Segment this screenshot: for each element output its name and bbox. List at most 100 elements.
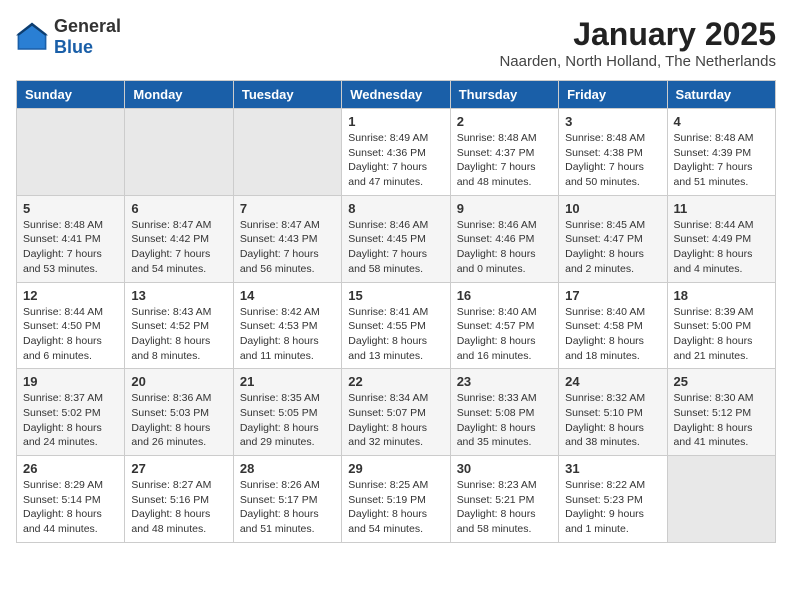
day-number: 9 — [457, 201, 552, 216]
day-number: 6 — [131, 201, 226, 216]
day-info: Sunrise: 8:32 AM Sunset: 5:10 PM Dayligh… — [565, 391, 660, 450]
table-row — [125, 109, 233, 196]
table-row: 14 Sunrise: 8:42 AM Sunset: 4:53 PM Dayli… — [233, 282, 341, 369]
day-number: 30 — [457, 461, 552, 476]
table-row: 31Sunrise: 8:22 AM Sunset: 5:23 PM Dayli… — [559, 456, 667, 543]
day-info: Sunrise: 8:23 AM Sunset: 5:21 PM Dayligh… — [457, 478, 552, 537]
day-number: 23 — [457, 374, 552, 389]
calendar-week-row: 19 Sunrise: 8:37 AM Sunset: 5:02 PM Dayli… — [17, 369, 776, 456]
header-thursday: Thursday — [450, 81, 558, 109]
day-info: Sunrise: 8:46 AM Sunset: 4:46 PM Dayligh… — [457, 218, 552, 277]
day-info: Sunrise: 8:41 AM Sunset: 4:55 PM Dayligh… — [348, 305, 443, 364]
location-title: Naarden, North Holland, The Netherlands — [499, 53, 776, 70]
day-info: Sunrise: 8:33 AM Sunset: 5:08 PM Dayligh… — [457, 391, 552, 450]
table-row: 16 Sunrise: 8:40 AM Sunset: 4:57 PM Dayli… — [450, 282, 558, 369]
day-number: 20 — [131, 374, 226, 389]
day-info: Sunrise: 8:27 AM Sunset: 5:16 PM Dayligh… — [131, 478, 226, 537]
day-info: Sunrise: 8:46 AM Sunset: 4:45 PM Dayligh… — [348, 218, 443, 277]
table-row: 15 Sunrise: 8:41 AM Sunset: 4:55 PM Dayli… — [342, 282, 450, 369]
table-row: 22Sunrise: 8:34 AM Sunset: 5:07 PM Dayli… — [342, 369, 450, 456]
day-info: Sunrise: 8:36 AM Sunset: 5:03 PM Dayligh… — [131, 391, 226, 450]
day-number: 29 — [348, 461, 443, 476]
day-number: 5 — [23, 201, 118, 216]
table-row: 26Sunrise: 8:29 AM Sunset: 5:14 PM Dayli… — [17, 456, 125, 543]
table-row: 3 Sunrise: 8:48 AM Sunset: 4:38 PM Daylig… — [559, 109, 667, 196]
calendar-table: Sunday Monday Tuesday Wednesday Thursday… — [16, 80, 776, 543]
table-row: 11 Sunrise: 8:44 AM Sunset: 4:49 PM Dayli… — [667, 195, 775, 282]
day-number: 7 — [240, 201, 335, 216]
calendar-week-row: 5 Sunrise: 8:48 AM Sunset: 4:41 PM Daylig… — [17, 195, 776, 282]
table-row: 17 Sunrise: 8:40 AM Sunset: 4:58 PM Dayli… — [559, 282, 667, 369]
day-info: Sunrise: 8:25 AM Sunset: 5:19 PM Dayligh… — [348, 478, 443, 537]
day-number: 17 — [565, 288, 660, 303]
day-info: Sunrise: 8:49 AM Sunset: 4:36 PM Dayligh… — [348, 131, 443, 190]
day-info: Sunrise: 8:34 AM Sunset: 5:07 PM Dayligh… — [348, 391, 443, 450]
day-number: 28 — [240, 461, 335, 476]
day-number: 15 — [348, 288, 443, 303]
day-info: Sunrise: 8:43 AM Sunset: 4:52 PM Dayligh… — [131, 305, 226, 364]
day-number: 25 — [674, 374, 769, 389]
table-row: 12Sunrise: 8:44 AM Sunset: 4:50 PM Dayli… — [17, 282, 125, 369]
table-row: 9 Sunrise: 8:46 AM Sunset: 4:46 PM Daylig… — [450, 195, 558, 282]
day-number: 31 — [565, 461, 660, 476]
day-number: 16 — [457, 288, 552, 303]
day-info: Sunrise: 8:48 AM Sunset: 4:39 PM Dayligh… — [674, 131, 769, 190]
day-number: 24 — [565, 374, 660, 389]
table-row: 6Sunrise: 8:47 AM Sunset: 4:42 PM Daylig… — [125, 195, 233, 282]
day-number: 26 — [23, 461, 118, 476]
day-info: Sunrise: 8:37 AM Sunset: 5:02 PM Dayligh… — [23, 391, 118, 450]
day-info: Sunrise: 8:42 AM Sunset: 4:53 PM Dayligh… — [240, 305, 335, 364]
day-number: 8 — [348, 201, 443, 216]
day-info: Sunrise: 8:44 AM Sunset: 4:49 PM Dayligh… — [674, 218, 769, 277]
table-row — [17, 109, 125, 196]
day-number: 14 — [240, 288, 335, 303]
day-info: Sunrise: 8:48 AM Sunset: 4:41 PM Dayligh… — [23, 218, 118, 277]
title-section: January 2025 Naarden, North Holland, The… — [499, 16, 776, 70]
table-row: 5 Sunrise: 8:48 AM Sunset: 4:41 PM Daylig… — [17, 195, 125, 282]
day-info: Sunrise: 8:40 AM Sunset: 4:57 PM Dayligh… — [457, 305, 552, 364]
table-row: 8 Sunrise: 8:46 AM Sunset: 4:45 PM Daylig… — [342, 195, 450, 282]
day-info: Sunrise: 8:45 AM Sunset: 4:47 PM Dayligh… — [565, 218, 660, 277]
header-friday: Friday — [559, 81, 667, 109]
table-row: 29 Sunrise: 8:25 AM Sunset: 5:19 PM Dayli… — [342, 456, 450, 543]
day-number: 19 — [23, 374, 118, 389]
table-row: 21 Sunrise: 8:35 AM Sunset: 5:05 PM Dayli… — [233, 369, 341, 456]
table-row: 24 Sunrise: 8:32 AM Sunset: 5:10 PM Dayli… — [559, 369, 667, 456]
header-tuesday: Tuesday — [233, 81, 341, 109]
calendar-week-row: 26Sunrise: 8:29 AM Sunset: 5:14 PM Dayli… — [17, 456, 776, 543]
day-number: 12 — [23, 288, 118, 303]
header-wednesday: Wednesday — [342, 81, 450, 109]
table-row: 23 Sunrise: 8:33 AM Sunset: 5:08 PM Dayli… — [450, 369, 558, 456]
day-number: 4 — [674, 114, 769, 129]
day-number: 1 — [348, 114, 443, 129]
day-info: Sunrise: 8:35 AM Sunset: 5:05 PM Dayligh… — [240, 391, 335, 450]
table-row: 2Sunrise: 8:48 AM Sunset: 4:37 PM Daylig… — [450, 109, 558, 196]
month-title: January 2025 — [499, 16, 776, 53]
logo-general: General — [54, 16, 121, 36]
table-row: 25 Sunrise: 8:30 AM Sunset: 5:12 PM Dayli… — [667, 369, 775, 456]
day-info: Sunrise: 8:40 AM Sunset: 4:58 PM Dayligh… — [565, 305, 660, 364]
day-info: Sunrise: 8:30 AM Sunset: 5:12 PM Dayligh… — [674, 391, 769, 450]
day-info: Sunrise: 8:26 AM Sunset: 5:17 PM Dayligh… — [240, 478, 335, 537]
table-row: 27 Sunrise: 8:27 AM Sunset: 5:16 PM Dayli… — [125, 456, 233, 543]
day-info: Sunrise: 8:48 AM Sunset: 4:38 PM Dayligh… — [565, 131, 660, 190]
header-sunday: Sunday — [17, 81, 125, 109]
table-row: 28 Sunrise: 8:26 AM Sunset: 5:17 PM Dayli… — [233, 456, 341, 543]
header-monday: Monday — [125, 81, 233, 109]
table-row: 20 Sunrise: 8:36 AM Sunset: 5:03 PM Dayli… — [125, 369, 233, 456]
header-saturday: Saturday — [667, 81, 775, 109]
calendar-header-row: Sunday Monday Tuesday Wednesday Thursday… — [17, 81, 776, 109]
day-number: 3 — [565, 114, 660, 129]
day-number: 13 — [131, 288, 226, 303]
day-number: 27 — [131, 461, 226, 476]
logo-icon — [16, 21, 48, 53]
day-number: 11 — [674, 201, 769, 216]
table-row: 10 Sunrise: 8:45 AM Sunset: 4:47 PM Dayli… — [559, 195, 667, 282]
page-header: General Blue January 2025 Naarden, North… — [16, 16, 776, 70]
calendar-week-row: 12Sunrise: 8:44 AM Sunset: 4:50 PM Dayli… — [17, 282, 776, 369]
day-number: 10 — [565, 201, 660, 216]
day-info: Sunrise: 8:48 AM Sunset: 4:37 PM Dayligh… — [457, 131, 552, 190]
table-row: 18Sunrise: 8:39 AM Sunset: 5:00 PM Dayli… — [667, 282, 775, 369]
day-number: 21 — [240, 374, 335, 389]
table-row — [233, 109, 341, 196]
